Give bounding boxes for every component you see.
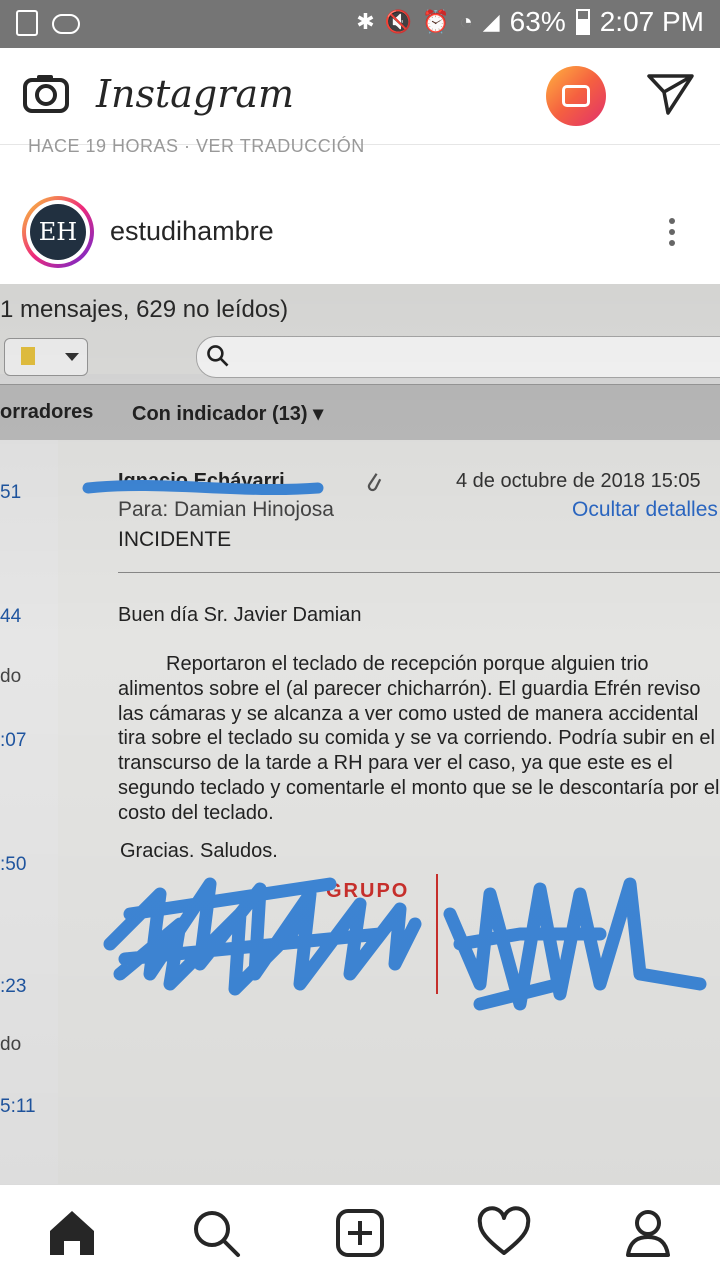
bluetooth-icon: ✱ xyxy=(356,9,375,34)
new-post-icon[interactable] xyxy=(332,1205,388,1261)
recycle-notification-icon xyxy=(16,10,38,36)
status-bar: ✱ 🔇 ⏰ ◔ ◢ 63% 2:07 PM xyxy=(0,0,720,48)
search-icon[interactable] xyxy=(188,1205,244,1261)
direct-message-icon[interactable] xyxy=(646,72,696,116)
voicemail-icon xyxy=(52,14,80,34)
previous-post-caption: HACE 19 HORAS · VER TRADUCCIÓN xyxy=(28,136,365,152)
alarm-icon: ⏰ xyxy=(422,9,450,34)
home-icon[interactable] xyxy=(44,1205,100,1261)
avatar-monogram: EH xyxy=(30,204,86,260)
app-header: Instagram xyxy=(0,48,720,145)
heart-icon[interactable] xyxy=(476,1205,532,1261)
instagram-logo: Instagram xyxy=(96,72,295,116)
censor-scribble xyxy=(82,479,707,1011)
more-options-icon[interactable] xyxy=(662,214,682,254)
battery-icon xyxy=(575,9,590,35)
avatar[interactable]: EH xyxy=(22,196,94,268)
clock: 2:07 PM xyxy=(599,6,704,37)
camera-icon[interactable] xyxy=(22,72,70,114)
igtv-icon[interactable] xyxy=(546,66,606,126)
profile-icon[interactable] xyxy=(620,1205,676,1261)
signal-icon: ◢ xyxy=(482,9,500,34)
bottom-nav xyxy=(0,1184,720,1281)
post-username[interactable]: estudihambre xyxy=(110,216,274,247)
mute-icon: 🔇 xyxy=(384,9,413,34)
battery-percent: 63% xyxy=(509,6,566,37)
wifi-icon: ◔ xyxy=(459,9,473,34)
post-photo[interactable]: 1 mensajes, 629 no leídos) orradores Con… xyxy=(0,284,720,1184)
